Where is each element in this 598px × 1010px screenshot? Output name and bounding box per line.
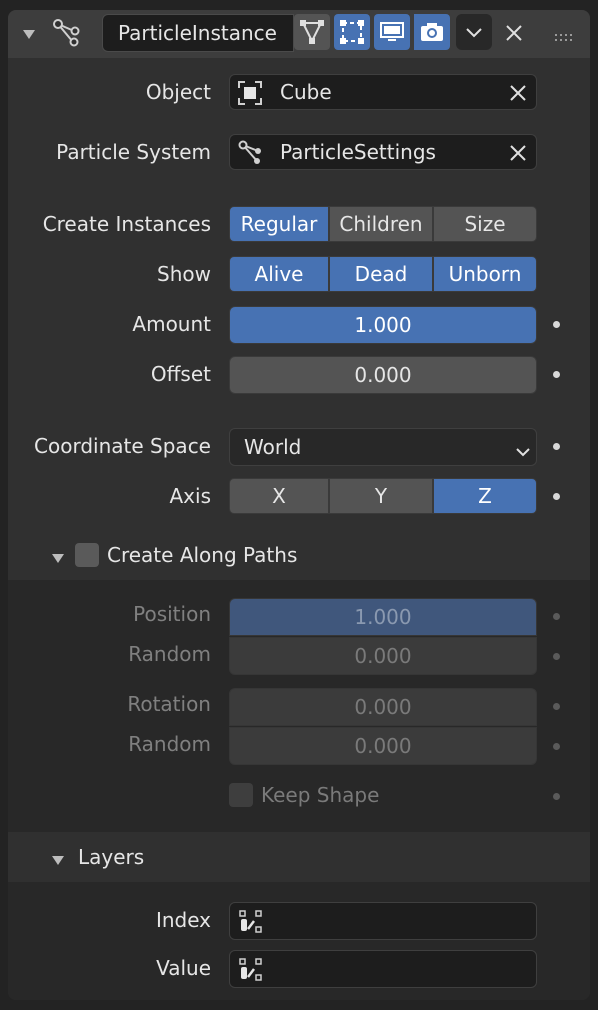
rotation-random-keyframe-dot[interactable] [553,743,560,750]
keep-shape-label: Keep Shape [261,783,380,807]
create-instances-regular[interactable]: Regular [229,206,329,242]
keep-shape-checkbox[interactable] [229,783,253,807]
cube-object-icon [238,81,262,105]
rotation-label: Rotation [127,692,211,716]
value-field[interactable] [229,950,537,988]
object-field[interactable]: Cube [229,74,537,110]
vertex-color-icon [238,957,264,983]
amount-label: Amount [132,312,211,336]
create-instances-label: Create Instances [42,212,211,236]
edit-mode-toggle[interactable] [294,14,330,50]
edit-mode-icon [300,20,324,44]
viewport-display-icon [380,22,404,41]
position-random-keyframe-dot[interactable] [553,653,560,660]
create-along-paths-checkbox[interactable] [75,543,99,567]
axis-keyframe-dot[interactable] [553,493,560,500]
viewport-display-toggle[interactable] [374,14,410,50]
rotation-random-label: Random [128,732,211,756]
amount-keyframe-dot[interactable] [553,321,560,328]
render-icon [421,23,443,41]
particle-system-value: ParticleSettings [280,140,436,164]
offset-field[interactable]: 0.000 [229,356,537,394]
create-instances-children[interactable]: Children [329,206,433,242]
coordinate-space-dropdown[interactable]: World [229,428,537,466]
collapse-arrow-icon[interactable] [52,851,64,865]
axis-label: Axis [169,484,212,508]
clear-object-icon[interactable] [510,85,526,101]
index-field[interactable] [229,902,537,940]
modifier-header: ParticleInstance [8,10,590,58]
offset-keyframe-dot[interactable] [553,371,560,378]
index-label: Index [155,908,211,932]
object-label: Object [145,80,211,104]
show-label: Show [157,262,211,286]
object-value: Cube [280,80,332,104]
create-along-paths-header[interactable]: Create Along Paths [8,530,590,580]
value-label: Value [156,956,211,980]
coordinate-space-value: World [244,435,302,459]
show-unborn[interactable]: Unborn [433,256,537,292]
particle-system-label: Particle System [56,140,211,164]
modifier-extras-dropdown[interactable] [456,14,492,50]
collapse-arrow-icon[interactable] [22,26,36,40]
create-instances-size[interactable]: Size [433,206,537,242]
show-dead[interactable]: Dead [329,256,433,292]
axis-x[interactable]: X [229,478,329,514]
coordinate-space-keyframe-dot[interactable] [553,443,560,450]
rotation-keyframe-dot[interactable] [553,703,560,710]
on-cage-toggle[interactable] [334,14,370,50]
layers-body: Index Value [8,882,590,1000]
axis-y[interactable]: Y [329,478,433,514]
axis-z[interactable]: Z [433,478,537,514]
position-label: Position [133,602,211,626]
position-random-field[interactable]: 0.000 [229,637,537,675]
rotation-field[interactable]: 0.000 [229,688,537,726]
position-slider[interactable]: 1.000 [229,598,537,636]
particle-instance-modifier-icon [52,18,82,48]
coordinate-space-label: Coordinate Space [34,434,211,458]
offset-label: Offset [150,362,211,386]
layers-header[interactable]: Layers [8,832,590,882]
create-along-paths-body: Position 1.000 Random 0.000 Rotation 0.0… [8,580,590,832]
amount-slider[interactable]: 1.000 [229,306,537,344]
create-along-paths-title: Create Along Paths [107,543,298,567]
vertex-color-icon [238,909,264,935]
rotation-random-field[interactable]: 0.000 [229,727,537,765]
render-toggle[interactable] [414,14,450,50]
on-cage-icon [340,20,364,44]
modifier-name-input[interactable]: ParticleInstance [102,14,294,52]
modifier-panel: ParticleInstance Object Cube Particle Sy… [8,10,590,1000]
clear-particle-system-icon[interactable] [510,145,526,161]
keep-shape-keyframe-dot[interactable] [553,793,560,800]
particle-settings-icon [238,140,264,166]
show-alive[interactable]: Alive [229,256,329,292]
position-keyframe-dot[interactable] [553,613,560,620]
drag-handle-icon[interactable] [554,28,576,41]
position-random-label: Random [128,642,211,666]
chevron-down-icon [516,442,530,457]
dropdown-chevron-icon [466,28,482,38]
close-icon[interactable] [504,23,524,43]
particle-system-field[interactable]: ParticleSettings [229,134,537,170]
modifier-name: ParticleInstance [118,21,277,45]
collapse-arrow-icon[interactable] [52,549,64,563]
layers-title: Layers [78,845,145,869]
